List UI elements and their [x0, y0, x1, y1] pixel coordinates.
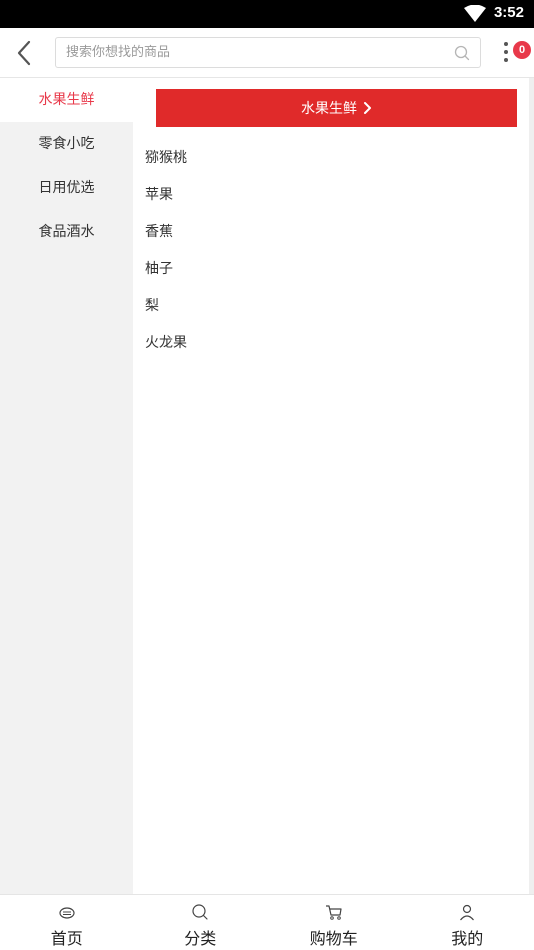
sidebar-item-food-drinks[interactable]: 食品酒水 [0, 210, 133, 254]
tab-category[interactable]: 分类 [134, 895, 268, 950]
subcategory-item[interactable]: 猕猴桃 [145, 140, 187, 177]
more-menu-icon[interactable] [500, 42, 512, 66]
search-icon [191, 903, 209, 921]
top-bar: 0 [0, 28, 534, 78]
search-input[interactable] [66, 38, 446, 67]
sidebar-item-daily[interactable]: 日用优选 [0, 166, 133, 210]
status-bar: 3:52 [0, 0, 534, 28]
subcategory-item[interactable]: 柚子 [145, 251, 187, 288]
home-icon [58, 903, 76, 921]
category-banner-label: 水果生鲜 [301, 98, 357, 118]
subcategory-item[interactable]: 火龙果 [145, 325, 187, 362]
search-box[interactable] [55, 37, 481, 68]
tab-category-label: 分类 [184, 925, 216, 949]
tab-me-label: 我的 [451, 925, 483, 949]
user-icon [458, 903, 476, 921]
back-arrow-icon[interactable] [12, 39, 38, 67]
tab-home-label: 首页 [51, 925, 83, 949]
category-content: 水果生鲜 猕猴桃 苹果 香蕉 柚子 梨 火龙果 [133, 78, 528, 894]
cart-icon [325, 903, 343, 921]
category-sidebar: 水果生鲜 零食小吃 日用优选 食品酒水 [0, 78, 133, 894]
bottom-tab-bar: 首页 分类 购物车 我的 [0, 894, 534, 950]
category-banner-button[interactable]: 水果生鲜 [156, 89, 517, 127]
status-time: 3:52 [494, 4, 524, 21]
subcategory-item[interactable]: 苹果 [145, 177, 187, 214]
subcategory-item[interactable]: 香蕉 [145, 214, 187, 251]
sidebar-item-snacks[interactable]: 零食小吃 [0, 122, 133, 166]
subcategory-item[interactable]: 梨 [145, 288, 187, 325]
tab-me[interactable]: 我的 [401, 895, 534, 950]
sidebar-item-fruit[interactable]: 水果生鲜 [0, 78, 133, 122]
tab-home[interactable]: 首页 [0, 895, 134, 950]
chevron-right-icon [363, 102, 372, 114]
wifi-icon [464, 5, 486, 23]
tab-cart[interactable]: 购物车 [267, 895, 401, 950]
search-icon[interactable] [454, 45, 470, 61]
tab-cart-label: 购物车 [310, 925, 358, 949]
scrollbar[interactable] [529, 78, 534, 894]
subcategory-list: 猕猴桃 苹果 香蕉 柚子 梨 火龙果 [145, 140, 187, 362]
cart-count-badge: 0 [513, 41, 531, 59]
